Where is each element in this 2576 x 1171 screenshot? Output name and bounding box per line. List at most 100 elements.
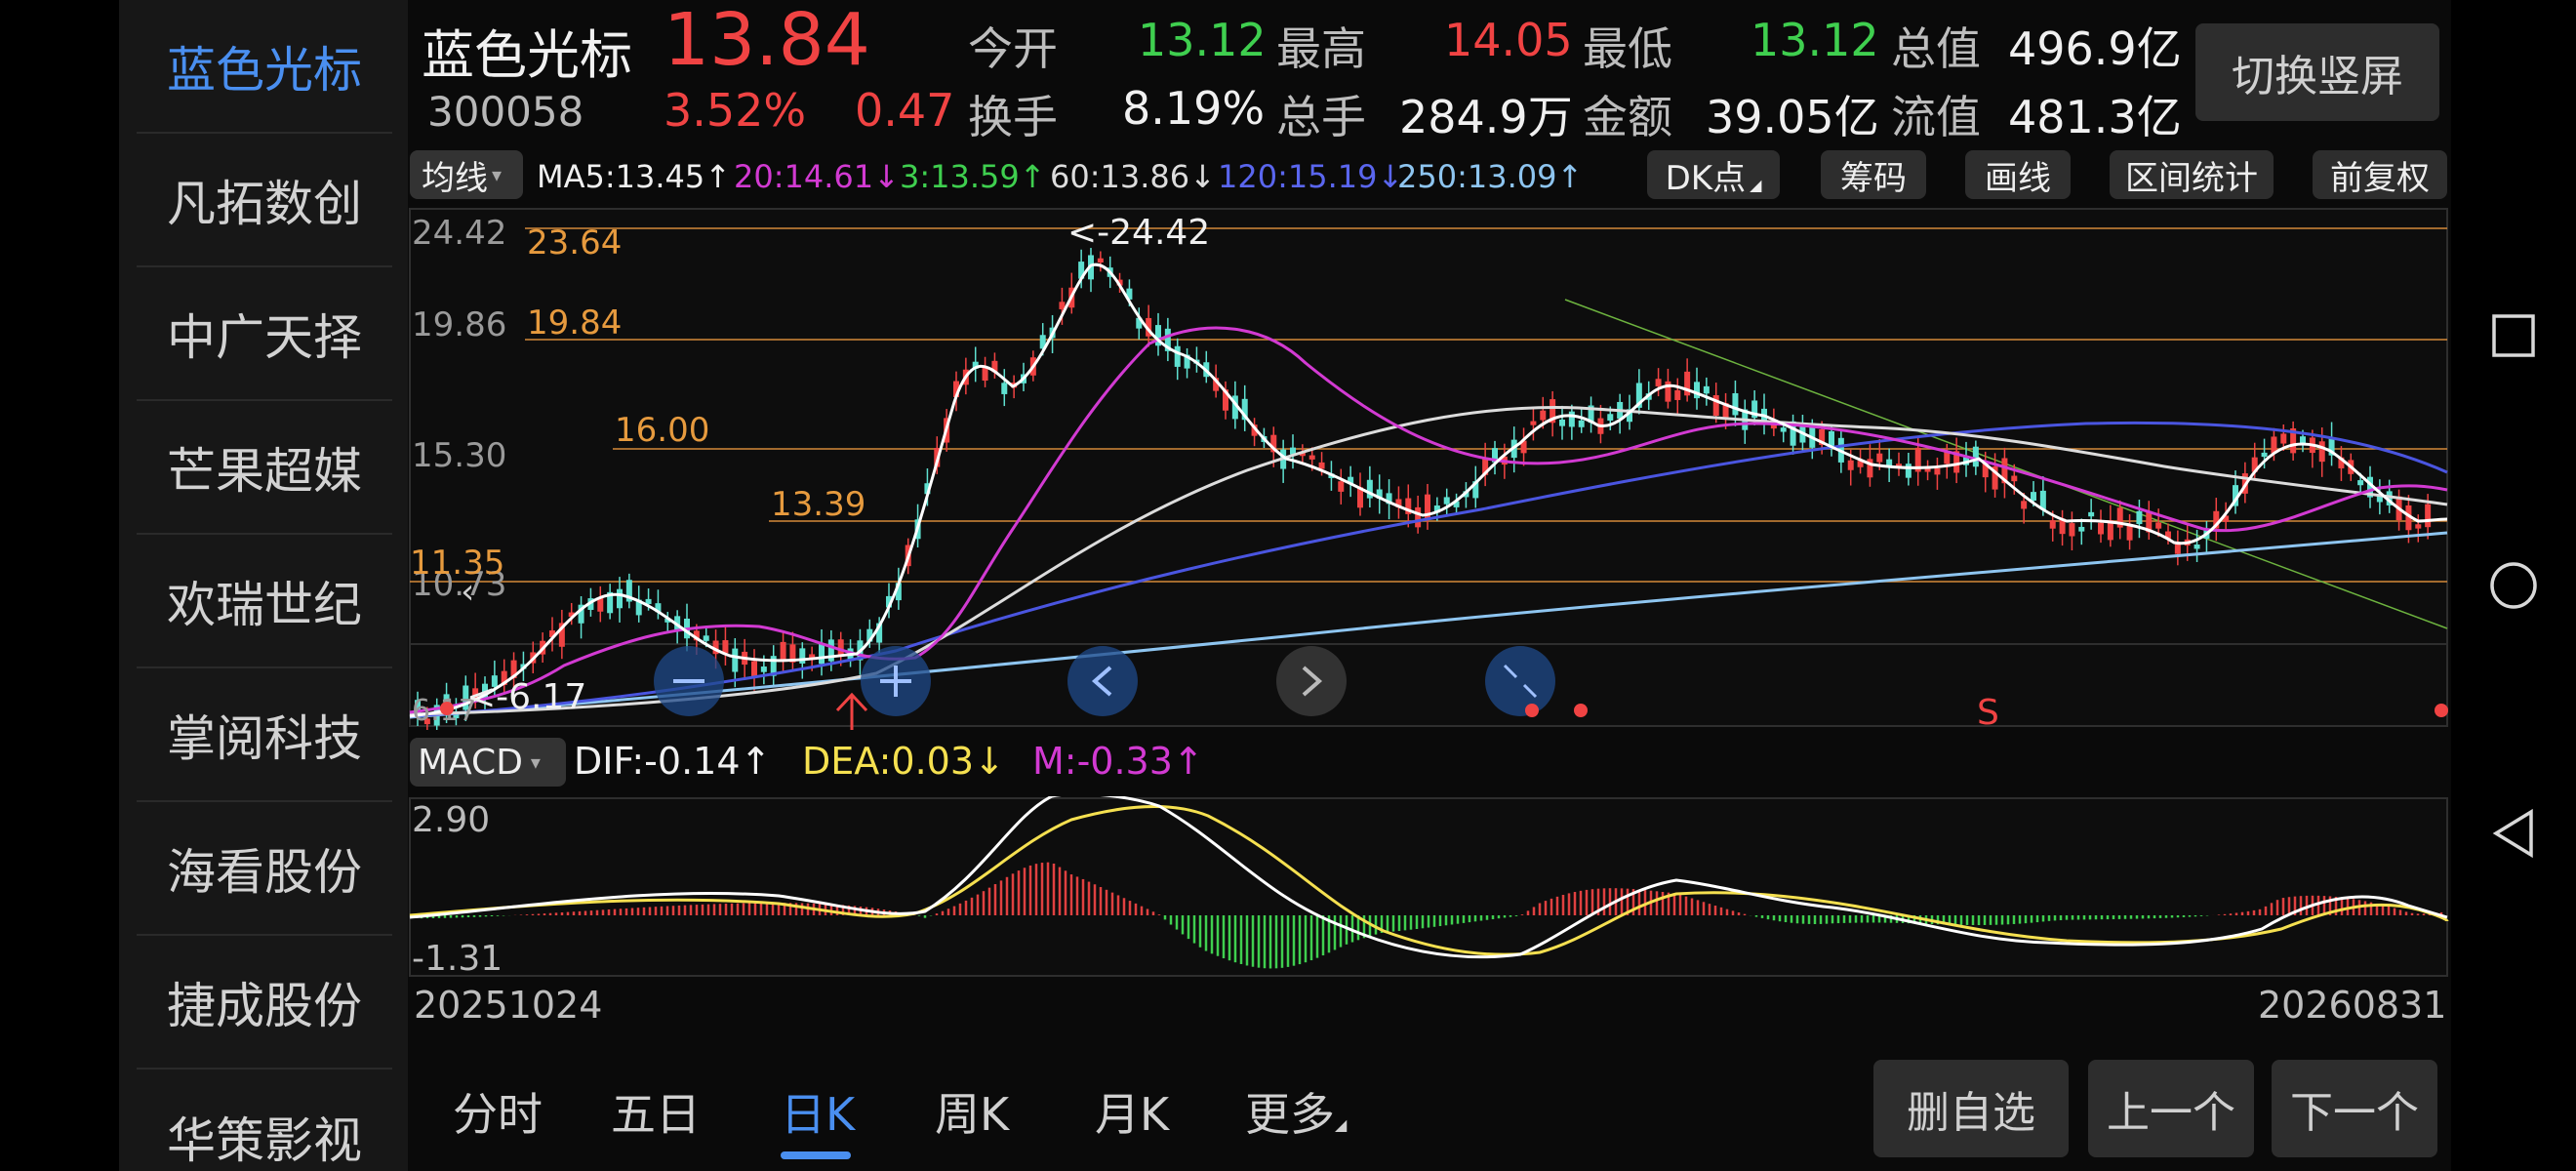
level-label-2: 19.84 bbox=[527, 303, 622, 343]
candle-body bbox=[2098, 522, 2104, 535]
candle-body bbox=[1905, 464, 1912, 478]
candle-body bbox=[1847, 460, 1854, 470]
sidebar-item-9[interactable]: 华策影视 bbox=[137, 1070, 392, 1171]
m-value: M:-0.33↑ bbox=[1032, 740, 1204, 783]
recent-apps-icon[interactable] bbox=[2492, 314, 2535, 357]
sidebar-item-4[interactable]: 芒果超媒 bbox=[137, 401, 392, 535]
remove-watchlist-button[interactable]: 删自选 bbox=[1873, 1060, 2069, 1157]
candle-body bbox=[1578, 420, 1585, 427]
macd-chart[interactable]: 2.90 -1.31 bbox=[408, 796, 2451, 978]
macd-y-max: 2.90 bbox=[412, 800, 490, 840]
corner-triangle-icon: ◢ bbox=[1750, 175, 1762, 194]
level-label-5: 11.35 bbox=[410, 544, 504, 583]
candle-body bbox=[2425, 504, 2432, 528]
candle-body bbox=[1338, 481, 1345, 492]
range-stats-button[interactable]: 区间统计 bbox=[2110, 150, 2274, 199]
high-value: 14.05 bbox=[1444, 14, 1573, 66]
chip-button[interactable]: 筹码 bbox=[1821, 150, 1926, 199]
candle-body bbox=[1568, 411, 1575, 427]
forward-adjust-button[interactable]: 前复权 bbox=[2313, 150, 2447, 199]
level-label-1: 23.64 bbox=[527, 223, 622, 262]
candle-body bbox=[1308, 455, 1315, 460]
tab-weekly-k[interactable]: 周K bbox=[935, 1079, 1009, 1144]
sidebar-item-2[interactable]: 凡拓数创 bbox=[137, 134, 392, 267]
ma5-value: MA5:13.45↑ bbox=[537, 158, 732, 195]
signal-dot bbox=[1574, 704, 1588, 717]
volume-value: 284.9万 bbox=[1399, 91, 1573, 143]
candle-body bbox=[1530, 421, 1537, 425]
candle-body bbox=[2049, 520, 2056, 529]
zoom-in-button[interactable] bbox=[861, 646, 931, 716]
zoom-out-button[interactable] bbox=[654, 646, 724, 716]
signal-dot bbox=[440, 702, 454, 715]
sidebar-item-6[interactable]: 掌阅科技 bbox=[137, 668, 392, 802]
sidebar-item-1[interactable]: 蓝色光标 bbox=[137, 0, 392, 134]
stock-code: 300058 bbox=[427, 88, 584, 136]
scroll-right-button[interactable] bbox=[1276, 646, 1347, 716]
candle-body bbox=[2174, 544, 2181, 554]
candle-body bbox=[2136, 510, 2143, 525]
candle-body bbox=[1097, 258, 1104, 263]
draw-line-button[interactable]: 画线 bbox=[1965, 150, 2071, 199]
ma250-value: 250:13.09↑ bbox=[1397, 158, 1584, 195]
stock-detail-panel: 蓝色光标 13.84 300058 3.52% 0.47 今开 13.12 最高… bbox=[408, 0, 2451, 1171]
previous-stock-button[interactable]: 上一个 bbox=[2088, 1060, 2254, 1157]
dk-point-label: DK点 bbox=[1665, 158, 1747, 198]
sidebar-item-3[interactable]: 中广天择 bbox=[137, 267, 392, 401]
low-label: 最低 bbox=[1583, 22, 1672, 75]
high-label: 最高 bbox=[1276, 22, 1366, 75]
sidebar-item-8[interactable]: 捷成股份 bbox=[137, 936, 392, 1070]
sidebar-item-7[interactable]: 海看股份 bbox=[137, 802, 392, 936]
sidebar-item-label: 海看股份 bbox=[167, 843, 362, 901]
screen-left-edge bbox=[0, 0, 119, 1171]
candle-body bbox=[1655, 379, 1662, 386]
candle-body bbox=[1972, 446, 1979, 467]
collapse-icon[interactable] bbox=[1485, 646, 1555, 716]
caret-down-icon: ▾ bbox=[492, 163, 503, 186]
dk-point-button[interactable]: DK点 ◢ bbox=[1647, 150, 1780, 199]
volume-label: 总手 bbox=[1276, 91, 1366, 143]
tab-five-day[interactable]: 五日 bbox=[611, 1079, 701, 1144]
turnover-label: 换手 bbox=[968, 91, 1058, 143]
watchlist-sidebar: 蓝色光标 凡拓数创 中广天择 芒果超媒 欢瑞世纪 掌阅科技 海看股份 捷成股份 … bbox=[119, 0, 408, 1171]
dif-value: DIF:-0.14↑ bbox=[574, 740, 772, 783]
sidebar-item-label: 蓝色光标 bbox=[167, 41, 362, 99]
ma60-value: 60:13.86↓ bbox=[1050, 158, 1216, 195]
candle-body bbox=[2031, 492, 2036, 502]
candle-body bbox=[837, 639, 844, 656]
tab-intraday[interactable]: 分时 bbox=[453, 1079, 543, 1144]
float-value: 481.3亿 bbox=[2008, 91, 2182, 143]
sidebar-item-5[interactable]: 欢瑞世纪 bbox=[137, 535, 392, 668]
low-value: 13.12 bbox=[1751, 14, 1879, 66]
tab-monthly-k[interactable]: 月K bbox=[1095, 1079, 1169, 1144]
scroll-left-button[interactable] bbox=[1067, 646, 1138, 716]
open-value: 13.12 bbox=[1138, 14, 1267, 66]
change-amount: 0.47 bbox=[855, 84, 955, 137]
tab-daily-k[interactable]: 日K bbox=[781, 1079, 855, 1144]
candle-body bbox=[1607, 414, 1614, 421]
chevron-left-icon[interactable]: ‹ bbox=[461, 572, 474, 612]
home-icon[interactable] bbox=[2490, 562, 2537, 609]
switch-portrait-button[interactable]: 切换竖屏 bbox=[2195, 23, 2439, 121]
kline-chart[interactable]: 24.42 19.86 15.30 10.73 6.17 23.64 19.84… bbox=[408, 207, 2451, 730]
min-price-marker: <-6.17 bbox=[466, 677, 586, 717]
candle-body bbox=[1415, 506, 1422, 528]
sidebar-item-label: 芒果超媒 bbox=[167, 442, 362, 500]
back-icon[interactable] bbox=[2492, 808, 2533, 859]
max-price-marker: <-24.42 bbox=[1067, 213, 1210, 253]
candle-body bbox=[2155, 522, 2162, 529]
active-tab-indicator bbox=[781, 1151, 851, 1159]
ma-select[interactable]: 均线 ▾ bbox=[410, 150, 523, 199]
next-stock-button[interactable]: 下一个 bbox=[2272, 1060, 2437, 1157]
candle-body bbox=[722, 640, 729, 654]
indicator-select[interactable]: MACD ▾ bbox=[410, 738, 566, 787]
ma-select-label: 均线 bbox=[422, 158, 488, 198]
tab-more[interactable]: 更多◢ bbox=[1245, 1079, 1347, 1144]
y-tick-2: 19.86 bbox=[412, 305, 506, 344]
candle-body bbox=[1443, 497, 1450, 505]
candle-body bbox=[2280, 433, 2287, 444]
ma20-value: 20:14.61↓ bbox=[734, 158, 900, 195]
candle-body bbox=[1876, 453, 1883, 463]
candle-body bbox=[1732, 392, 1739, 416]
candle-body bbox=[1934, 467, 1941, 475]
